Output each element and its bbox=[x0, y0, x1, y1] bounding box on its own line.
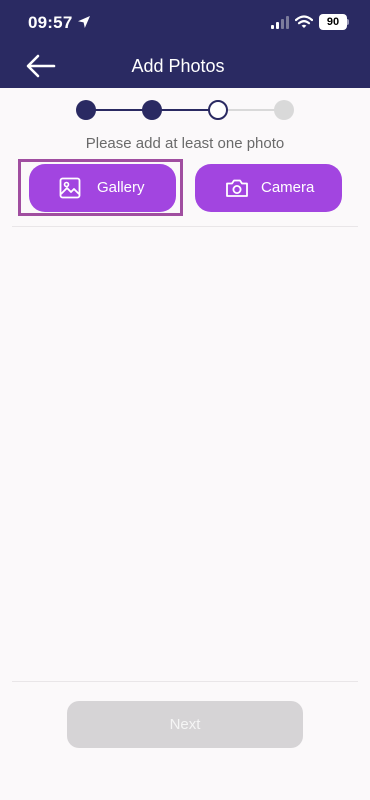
progress-stepper bbox=[0, 98, 370, 122]
step-3-current bbox=[208, 100, 228, 120]
location-arrow-icon bbox=[78, 16, 90, 28]
battery-terminal bbox=[347, 19, 349, 25]
status-time: 09:57 bbox=[28, 13, 73, 32]
gallery-button[interactable]: Gallery bbox=[29, 164, 176, 212]
camera-button[interactable]: Camera bbox=[195, 164, 342, 212]
step-4-upcoming bbox=[274, 100, 294, 120]
app-header: Add Photos bbox=[0, 44, 370, 88]
next-button[interactable]: Next bbox=[67, 701, 303, 748]
bottom-divider bbox=[12, 681, 358, 682]
camera-icon bbox=[226, 179, 248, 197]
image-icon bbox=[59, 177, 81, 199]
status-bar: 09:57 90 bbox=[0, 0, 370, 44]
hint-text: Please add at least one photo bbox=[85, 135, 285, 152]
wifi-icon bbox=[295, 15, 313, 28]
gallery-button-label: Gallery bbox=[97, 179, 145, 196]
battery-level: 90 bbox=[326, 16, 340, 28]
top-divider bbox=[12, 226, 358, 227]
camera-button-label: Camera bbox=[261, 179, 315, 196]
cellular-signal-icon bbox=[271, 16, 289, 29]
page-title: Add Photos bbox=[131, 56, 225, 76]
step-2-completed bbox=[142, 100, 162, 120]
step-1-completed bbox=[76, 100, 96, 120]
battery-icon: 90 bbox=[319, 14, 347, 30]
